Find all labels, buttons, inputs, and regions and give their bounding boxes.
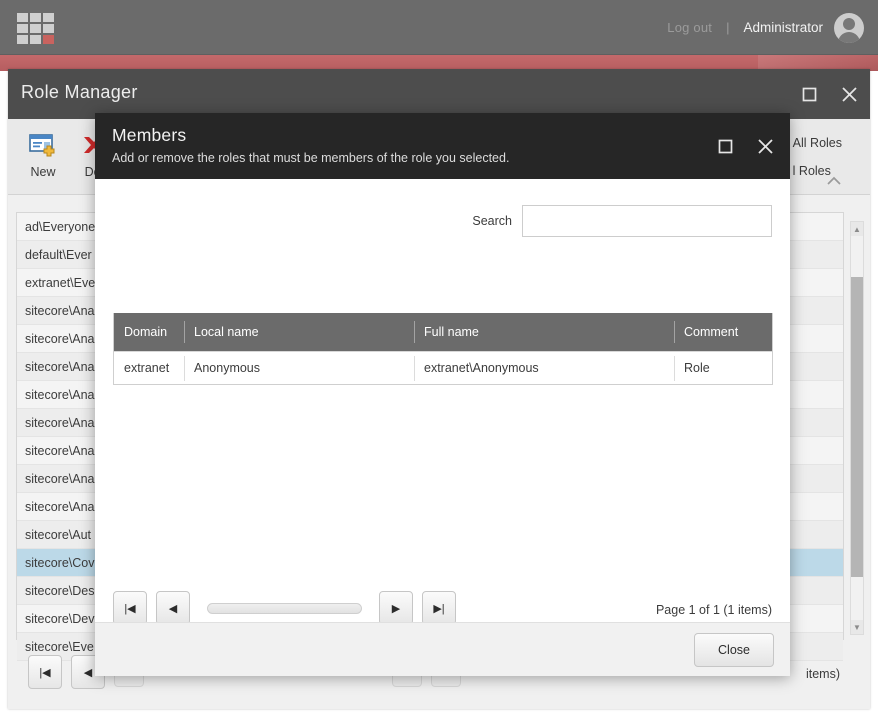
search-label: Search <box>472 214 512 228</box>
next-page-icon[interactable]: ▶ <box>379 591 413 625</box>
user-name-label: Administrator <box>743 20 823 35</box>
header-user-area: Log out | Administrator <box>667 0 864 55</box>
previous-page-icon[interactable]: ◀ <box>156 591 190 625</box>
last-page-icon[interactable]: ▶| <box>422 591 456 625</box>
maximize-icon[interactable] <box>714 135 736 157</box>
roles-list-pager-info: items) <box>805 667 840 681</box>
members-dialog-window-buttons <box>714 113 776 179</box>
search-row: Search <box>472 205 772 237</box>
cell-comment: Role <box>674 352 772 384</box>
scrollbar-thumb[interactable] <box>851 277 863 577</box>
cell-domain: extranet <box>124 361 170 375</box>
column-header-local-name[interactable]: Local name <box>184 313 414 351</box>
new-role-label: New <box>30 165 56 179</box>
application-header: Log out | Administrator <box>0 0 878 55</box>
members-grid: Domain Local name Full name Comment extr… <box>113 313 773 385</box>
page-slider[interactable] <box>207 602 362 614</box>
chevron-up-icon[interactable] <box>826 175 842 189</box>
logout-link[interactable]: Log out <box>667 20 712 35</box>
screen-root: Log out | Administrator Role Manager New… <box>0 0 878 718</box>
roles-list-scrollbar[interactable]: ▲ ▼ <box>850 221 864 635</box>
members-grid-header: Domain Local name Full name Comment <box>114 313 772 351</box>
first-page-icon[interactable]: |◀ <box>28 655 62 689</box>
page-title: Role Manager <box>21 82 138 102</box>
members-dialog-header: Members Add or remove the roles that mus… <box>95 113 790 179</box>
members-dialog-footer: Close <box>95 622 790 676</box>
members-pager: |◀ ◀ ▶ ▶| <box>113 591 456 625</box>
new-role-icon <box>15 127 71 163</box>
members-pager-info: Page 1 of 1 (1 items) <box>655 603 772 617</box>
close-button[interactable]: Close <box>694 633 774 667</box>
grid-logo-icon[interactable] <box>17 13 54 45</box>
role-manager-titlebar: Role Manager <box>8 69 870 119</box>
column-header-comment[interactable]: Comment <box>674 313 772 351</box>
all-roles-link[interactable]: All Roles <box>793 129 842 157</box>
members-dialog: Members Add or remove the roles that mus… <box>95 113 790 676</box>
members-dialog-subtitle: Add or remove the roles that must be mem… <box>112 151 510 165</box>
maximize-icon[interactable] <box>798 83 820 105</box>
header-separator: | <box>726 20 730 35</box>
members-dialog-body: Search Domain Local name Full name Comme… <box>95 179 790 671</box>
first-page-icon[interactable]: |◀ <box>113 591 147 625</box>
cell-local-name: Anonymous <box>184 352 414 384</box>
cell-full-name: extranet\Anonymous <box>414 352 674 384</box>
column-header-full-name[interactable]: Full name <box>414 313 674 351</box>
role-manager-window-buttons <box>798 69 860 119</box>
user-avatar-icon[interactable] <box>834 12 864 43</box>
members-dialog-title: Members <box>112 125 187 145</box>
table-row[interactable]: extranet Anonymous extranet\Anonymous Ro… <box>114 351 772 384</box>
scroll-down-icon[interactable]: ▼ <box>851 620 863 634</box>
new-role-button[interactable]: New <box>15 127 71 181</box>
close-icon[interactable] <box>754 135 776 157</box>
column-header-domain[interactable]: Domain <box>114 313 184 351</box>
search-input[interactable] <box>522 205 772 237</box>
close-icon[interactable] <box>838 83 860 105</box>
scroll-up-icon[interactable]: ▲ <box>851 222 863 236</box>
